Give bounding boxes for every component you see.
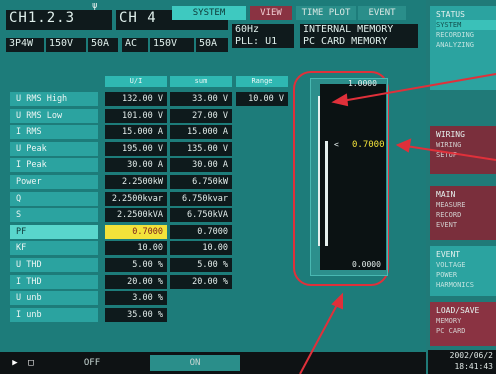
- value-cell-v1[interactable]: 3.00 %: [105, 291, 167, 305]
- value-cell-v2[interactable]: 5.00 %: [170, 258, 232, 272]
- value-cell-v1[interactable]: 2.2500kW: [105, 175, 167, 189]
- record-on-button[interactable]: ON: [150, 355, 240, 371]
- value-cell-v2[interactable]: 20.00 %: [170, 275, 232, 289]
- voltage-range-readout: 150V: [46, 38, 86, 52]
- row-label[interactable]: Power: [10, 175, 98, 189]
- value-cell-v2[interactable]: 135.00 V: [170, 142, 232, 156]
- menu-item[interactable]: ANALYZING: [436, 40, 496, 50]
- coupling-readout: AC: [122, 38, 148, 52]
- value-cell-v2[interactable]: 33.00 V: [170, 92, 232, 106]
- time-label: 18:41:43: [454, 362, 493, 371]
- value-cell-v2[interactable]: 6.750kvar: [170, 192, 232, 206]
- tab-view[interactable]: VIEW: [250, 6, 292, 20]
- value-cell-v1[interactable]: 0.7000: [105, 225, 167, 239]
- gauge-value-label: 0.7000: [352, 140, 385, 150]
- row-label[interactable]: I THD: [10, 275, 98, 289]
- internal-memory-label: INTERNAL MEMORY: [300, 24, 418, 36]
- menu-status[interactable]: STATUS SYSTEM RECORDING ANALYZING: [430, 6, 496, 90]
- gauge-scale-line-outer: [318, 96, 320, 246]
- frequency-readout: 60Hz: [232, 24, 294, 36]
- row-label[interactable]: U Peak: [10, 142, 98, 156]
- menu-title: WIRING: [436, 130, 465, 139]
- stop-icon[interactable]: □: [24, 355, 38, 371]
- main-panel: ψ CH1.2.3 CH 4 60Hz PLL: U1 INTERNAL MEM…: [0, 0, 426, 374]
- pll-readout: PLL: U1: [232, 36, 294, 48]
- gauge-level-bar: [325, 141, 328, 246]
- ch4-current-range-readout: 50A: [196, 38, 228, 52]
- tab-system[interactable]: SYSTEM: [172, 6, 246, 20]
- value-cell-v1[interactable]: 2.2500kVA: [105, 208, 167, 222]
- menu-wiring[interactable]: WIRING WIRING SETUP: [430, 126, 496, 174]
- menu-title: MAIN: [436, 190, 456, 199]
- value-cell-v1[interactable]: 132.00 V: [105, 92, 167, 106]
- value-cell-v1[interactable]: 2.2500kvar: [105, 192, 167, 206]
- value-cell-v2[interactable]: 10.00: [170, 241, 232, 255]
- gauge-display: [320, 84, 386, 270]
- value-cell-v2[interactable]: 30.00 A: [170, 158, 232, 172]
- menu-item[interactable]: PC CARD: [436, 326, 496, 336]
- value-cell-v1[interactable]: 195.00 V: [105, 142, 167, 156]
- row-label[interactable]: U RMS High: [10, 92, 98, 106]
- row-label[interactable]: I RMS: [10, 125, 98, 139]
- pc-card-memory-label: PC CARD MEMORY: [300, 36, 418, 48]
- row-label[interactable]: U THD: [10, 258, 98, 272]
- channel-group-label: CH1.2.3: [6, 10, 112, 30]
- value-cell-v2[interactable]: 6.750kW: [170, 175, 232, 189]
- row-label[interactable]: U unb: [10, 291, 98, 305]
- row-label[interactable]: Q: [10, 192, 98, 206]
- value-cell-v1[interactable]: 35.00 %: [105, 308, 167, 322]
- menu-item[interactable]: POWER: [436, 270, 496, 280]
- value-cell-v1[interactable]: 101.00 V: [105, 109, 167, 123]
- current-range-readout: 50A: [88, 38, 118, 52]
- row-label[interactable]: I Peak: [10, 158, 98, 172]
- row-label[interactable]: KF: [10, 241, 98, 255]
- menu-item[interactable]: MEMORY: [436, 316, 496, 326]
- record-off-button[interactable]: OFF: [52, 355, 132, 371]
- row-label[interactable]: PF: [10, 225, 98, 239]
- gauge-marker-icon: <: [334, 140, 339, 149]
- ch4-voltage-range-readout: 150V: [150, 38, 194, 52]
- menu-item[interactable]: EVENT: [436, 220, 496, 230]
- row-label[interactable]: S: [10, 208, 98, 222]
- value-cell-v1[interactable]: 20.00 %: [105, 275, 167, 289]
- column-header-ui: U/I: [105, 76, 167, 87]
- gauge-max-label: 1.0000: [348, 79, 377, 88]
- value-cell-v2[interactable]: 27.00 V: [170, 109, 232, 123]
- date-time-display: 2002/06/2 18:41:43: [428, 350, 496, 374]
- menu-item[interactable]: SYSTEM: [436, 20, 496, 30]
- wiring-mode-readout: 3P4W: [6, 38, 44, 52]
- menu-item[interactable]: MEASURE: [436, 200, 496, 210]
- value-cell-v3[interactable]: 10.00 V: [236, 92, 288, 106]
- tab-time-plot[interactable]: TIME PLOT: [296, 6, 356, 20]
- menu-item[interactable]: SETUP: [436, 150, 496, 160]
- menu-item[interactable]: RECORD: [436, 210, 496, 220]
- menu-item[interactable]: HARMONICS: [436, 280, 496, 290]
- menu-title: EVENT: [436, 250, 461, 259]
- value-cell-v1[interactable]: 15.000 A: [105, 125, 167, 139]
- menu-title: STATUS: [436, 10, 465, 19]
- date-label: 2002/06/2: [449, 351, 493, 360]
- value-cell-v2[interactable]: 6.750kVA: [170, 208, 232, 222]
- row-label[interactable]: I unb: [10, 308, 98, 322]
- menu-item[interactable]: VOLTAGE: [436, 260, 496, 270]
- analyzer-screen: ψ CH1.2.3 CH 4 60Hz PLL: U1 INTERNAL MEM…: [0, 0, 496, 374]
- value-cell-v2[interactable]: 15.000 A: [170, 125, 232, 139]
- value-cell-v1[interactable]: 5.00 %: [105, 258, 167, 272]
- value-cell-v1[interactable]: 10.00: [105, 241, 167, 255]
- menu-title: LOAD/SAVE: [436, 306, 480, 315]
- menu-event[interactable]: EVENT VOLTAGE POWER HARMONICS: [430, 246, 496, 296]
- column-header-range: Range: [236, 76, 288, 87]
- row-label[interactable]: U RMS Low: [10, 109, 98, 123]
- menu-item[interactable]: WIRING: [436, 140, 496, 150]
- gauge-min-label: 0.0000: [352, 260, 381, 269]
- value-cell-v2[interactable]: 0.7000: [170, 225, 232, 239]
- column-header-sum: sum: [170, 76, 232, 87]
- value-cell-v1[interactable]: 30.00 A: [105, 158, 167, 172]
- menu-load[interactable]: LOAD/SAVE MEMORY PC CARD: [430, 302, 496, 346]
- tab-event[interactable]: EVENT: [358, 6, 406, 20]
- play-icon[interactable]: ▶: [8, 355, 22, 371]
- menu-main[interactable]: MAIN MEASURE RECORD EVENT: [430, 186, 496, 240]
- menu-item[interactable]: RECORDING: [436, 30, 496, 40]
